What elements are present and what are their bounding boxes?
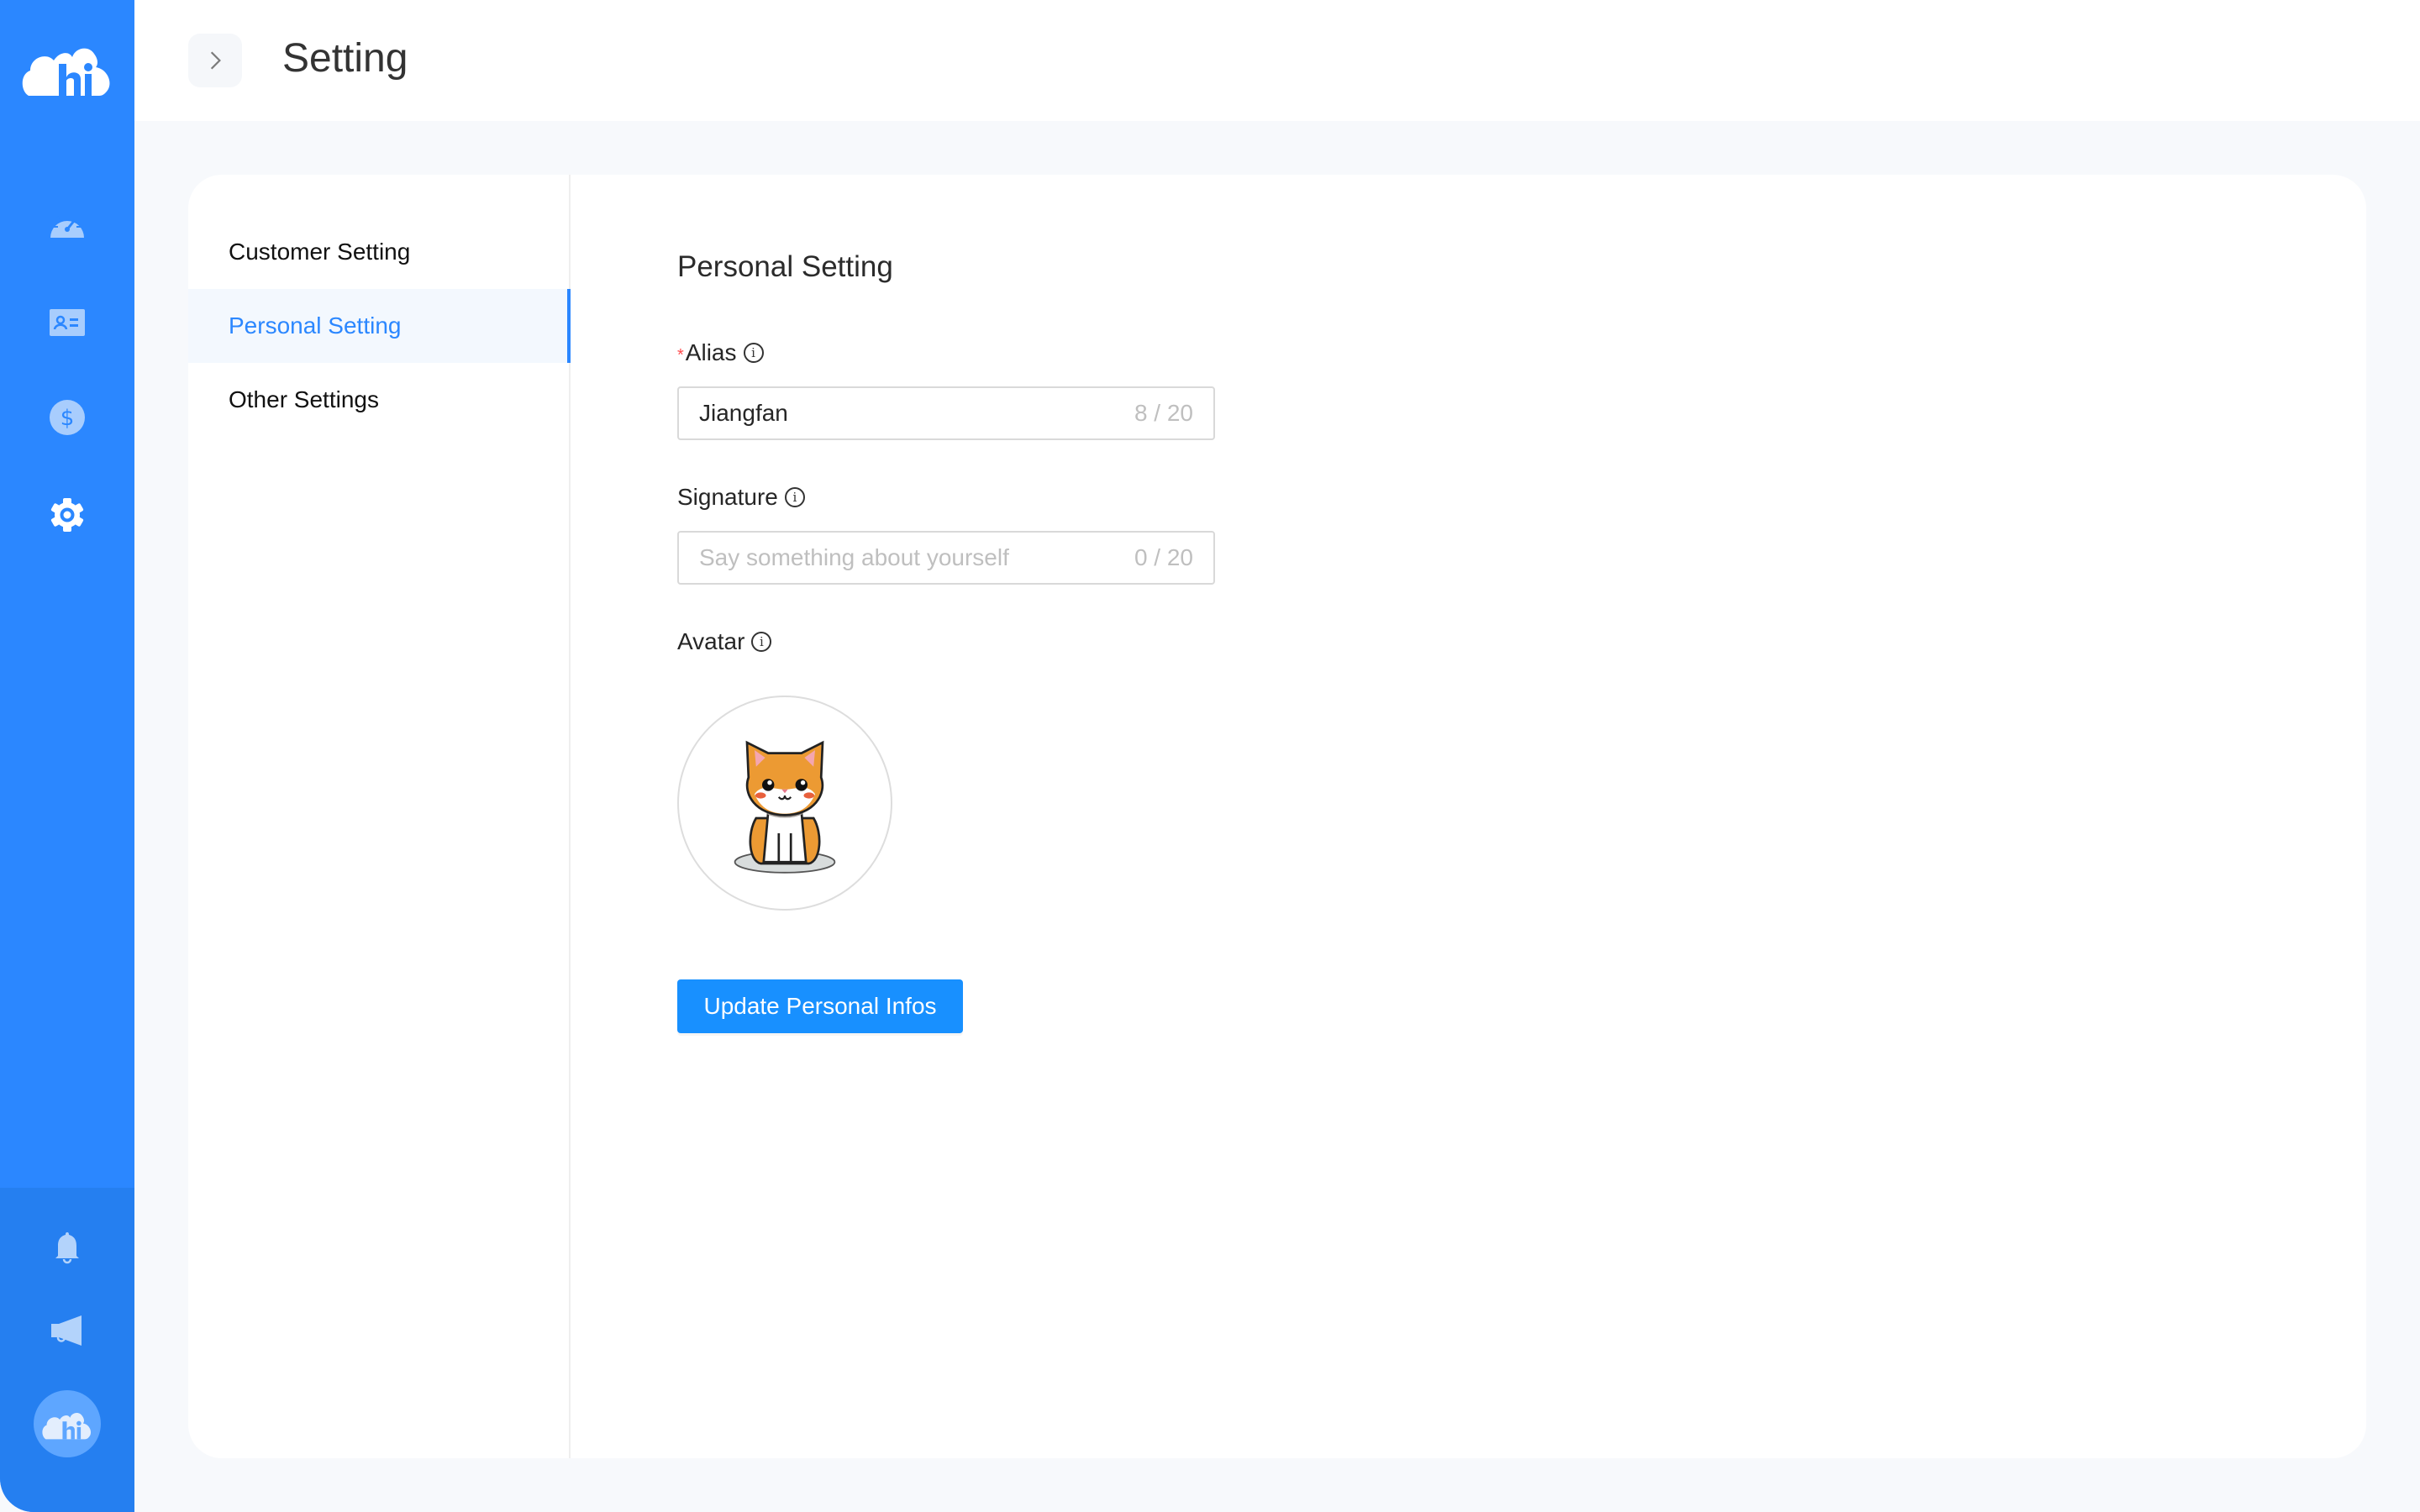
signature-input[interactable] [699,544,1134,571]
info-icon[interactable]: i [751,632,772,652]
nav-billing[interactable]: $ [49,399,86,436]
bell-icon [55,1232,79,1264]
menu-item-label: Other Settings [229,386,379,412]
nav-dashboard[interactable] [49,206,86,243]
info-icon[interactable]: i [784,487,805,507]
cloud-hi-avatar-icon [42,1412,92,1440]
svg-text:$: $ [60,406,75,431]
settings-menu: Customer Setting Personal Setting Other … [188,175,571,1458]
nav-settings[interactable] [49,496,86,533]
page-header: Setting [134,0,2420,121]
signature-char-counter: 0 / 20 [1134,544,1193,570]
avatar-label: Avatar i [677,628,772,655]
menu-item-customer-setting[interactable]: Customer Setting [188,215,569,289]
settings-card: Customer Setting Personal Setting Other … [188,175,2366,1458]
chevron-right-icon [210,51,221,70]
avatar-label-text: Avatar [677,628,745,654]
notifications-button[interactable] [49,1229,86,1266]
app-logo[interactable] [22,40,113,96]
update-personal-infos-button[interactable]: Update Personal Infos [677,979,963,1033]
cat-avatar-image [734,740,836,874]
signature-label-text: Signature [677,484,778,510]
menu-item-label: Customer Setting [229,239,411,265]
megaphone-icon [51,1315,82,1346]
sidebar-toggle-button[interactable] [188,34,242,87]
page-title: Setting [282,36,408,81]
dashboard-icon [50,212,84,238]
alias-field[interactable]: 8 / 20 [677,386,1215,440]
required-mark: * [677,346,684,365]
menu-item-other-settings[interactable]: Other Settings [188,363,569,437]
cloud-hi-logo-icon [22,48,110,96]
menu-item-personal-setting[interactable]: Personal Setting [188,289,571,363]
contact-card-icon [50,309,85,336]
dollar-icon: $ [50,400,85,435]
avatar-upload[interactable] [677,696,892,911]
announcements-button[interactable] [49,1312,86,1349]
signature-field[interactable]: 0 / 20 [677,531,1215,585]
section-title: Personal Setting [677,250,893,283]
nav-contacts[interactable] [49,302,86,339]
alias-input[interactable] [699,400,1134,427]
alias-label-text: Alias [685,339,737,365]
info-icon[interactable]: i [743,343,764,363]
alias-char-counter: 8 / 20 [1134,400,1193,426]
app-sidebar: $ [0,0,134,1512]
gear-icon [50,498,84,532]
user-avatar[interactable] [34,1390,101,1457]
menu-item-label: Personal Setting [229,312,402,339]
personal-setting-form: Personal Setting * Alias i 8 / 20 Signat… [677,175,2366,1458]
signature-label: Signature i [677,484,805,511]
alias-label: * Alias i [677,339,764,366]
